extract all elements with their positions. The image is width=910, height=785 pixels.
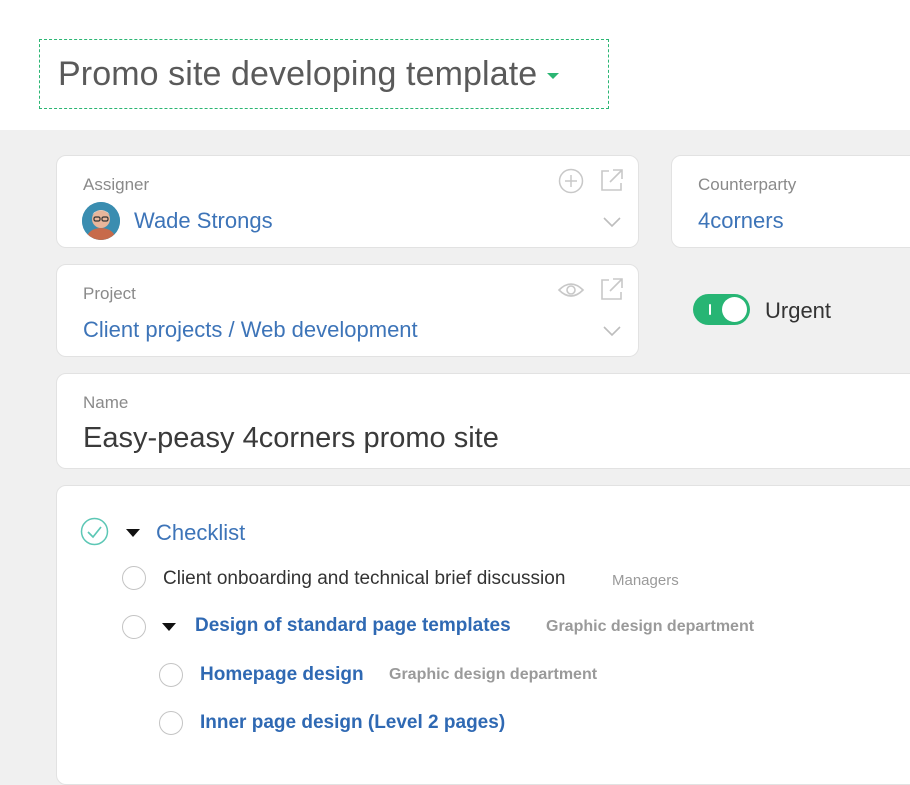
counterparty-card: Counterparty 4corners — [671, 155, 910, 248]
name-label: Name — [83, 393, 129, 412]
checklist-item-text[interactable]: Design of standard page templates — [195, 615, 511, 637]
toggle-on-mark — [709, 304, 711, 315]
counterparty-label: Counterparty — [698, 175, 797, 194]
checklist-item-text[interactable]: Homepage design — [200, 664, 364, 686]
add-circle-icon[interactable] — [558, 168, 584, 194]
name-card: Name Easy-peasy 4corners promo site — [56, 373, 910, 469]
assigner-label: Assigner — [83, 175, 150, 194]
collapse-triangle-icon[interactable] — [126, 529, 140, 537]
assigner-card: Assigner Wade Strongs — [56, 155, 639, 248]
avatar — [82, 202, 120, 240]
checklist-item-text[interactable]: Client onboarding and technical brief di… — [163, 568, 565, 590]
checklist-item-dept: Graphic design department — [546, 618, 755, 635]
chevron-down-icon[interactable] — [602, 216, 622, 228]
checklist-card: Checklist Client onboarding and technica… — [56, 485, 910, 785]
checklist-item-checkbox[interactable] — [159, 663, 183, 687]
checklist-item-checkbox[interactable] — [159, 711, 183, 735]
collapse-triangle-icon[interactable] — [162, 623, 176, 631]
name-field[interactable]: Easy-peasy 4corners promo site — [83, 422, 499, 455]
external-link-icon[interactable] — [598, 167, 625, 194]
checklist-title[interactable]: Checklist — [156, 520, 245, 546]
counterparty-value[interactable]: 4corners — [698, 208, 784, 234]
project-card: Project Client projects / Web developmen… — [56, 264, 639, 357]
checklist-item-checkbox[interactable] — [122, 566, 146, 590]
urgent-label: Urgent — [765, 298, 832, 323]
check-circle-icon[interactable] — [80, 517, 109, 546]
template-title: Promo site developing template — [58, 54, 538, 93]
caret-down-icon[interactable] — [547, 73, 560, 79]
checklist-item-dept: Managers — [612, 572, 679, 589]
toggle-knob — [722, 297, 747, 322]
checklist-item-checkbox[interactable] — [122, 615, 146, 639]
assigner-value[interactable]: Wade Strongs — [134, 208, 273, 234]
template-title-dropdown[interactable]: Promo site developing template — [39, 39, 609, 109]
external-link-icon[interactable] — [598, 276, 625, 303]
project-value[interactable]: Client projects / Web development — [83, 317, 418, 343]
urgent-toggle[interactable] — [693, 294, 750, 325]
header-area: Promo site developing template — [0, 0, 910, 130]
project-label: Project — [83, 284, 136, 303]
eye-icon[interactable] — [557, 279, 585, 301]
checklist-item-dept: Graphic design department — [389, 666, 598, 683]
chevron-down-icon[interactable] — [602, 325, 622, 337]
checklist-item-text[interactable]: Inner page design (Level 2 pages) — [200, 712, 505, 734]
